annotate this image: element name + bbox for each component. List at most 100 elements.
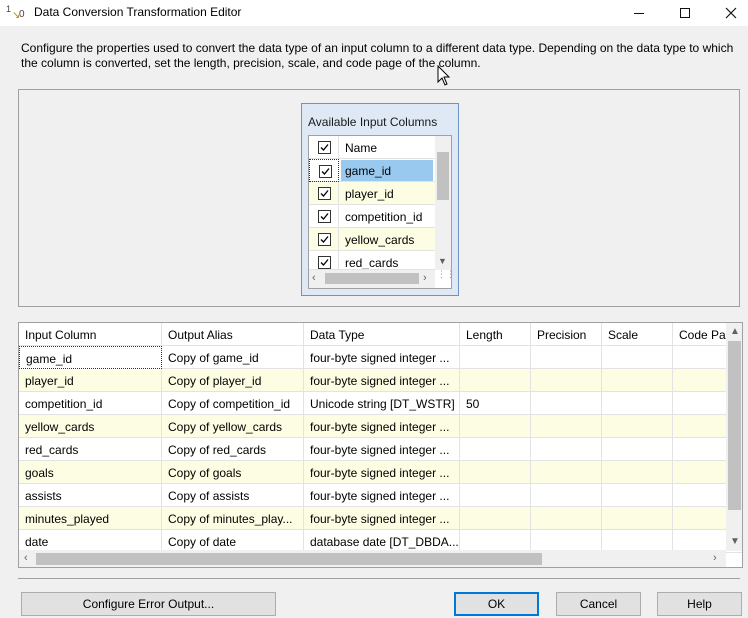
cell-precision[interactable] (531, 461, 602, 484)
header-scale[interactable]: Scale (602, 323, 673, 346)
table-row[interactable]: game_id Copy of game_id four-byte signed… (19, 346, 742, 369)
table-row[interactable]: minutes_played Copy of minutes_play... f… (19, 507, 742, 530)
table-row[interactable]: goals Copy of goals four-byte signed int… (19, 461, 742, 484)
column-checkbox[interactable] (318, 256, 331, 269)
cell-output-alias[interactable]: Copy of competition_id (162, 392, 304, 415)
cell-output-alias[interactable]: Copy of game_id (162, 346, 304, 369)
column-item[interactable]: game_id (309, 159, 435, 182)
cell-input-column[interactable]: goals (19, 461, 162, 484)
chevron-down-icon[interactable]: ▼ (438, 256, 447, 266)
column-checkbox[interactable] (318, 210, 331, 223)
table-row[interactable]: red_cards Copy of red_cards four-byte si… (19, 438, 742, 461)
cell-input-column[interactable]: player_id (19, 369, 162, 392)
column-item[interactable]: player_id (309, 182, 435, 205)
cell-output-alias[interactable]: Copy of minutes_play... (162, 507, 304, 530)
header-length[interactable]: Length (460, 323, 531, 346)
table-row[interactable]: player_id Copy of player_id four-byte si… (19, 369, 742, 392)
header-output-alias[interactable]: Output Alias (162, 323, 304, 346)
cell-length[interactable] (460, 346, 531, 369)
cell-precision[interactable] (531, 415, 602, 438)
column-check-cell[interactable] (309, 228, 339, 251)
cell-output-alias[interactable]: Copy of goals (162, 461, 304, 484)
chevron-up-icon[interactable]: ▲ (730, 326, 740, 337)
select-all-checkbox[interactable] (318, 141, 331, 154)
cell-scale[interactable] (602, 461, 673, 484)
cell-scale[interactable] (602, 369, 673, 392)
chevron-right-icon[interactable]: › (423, 272, 427, 284)
cell-precision[interactable] (531, 438, 602, 461)
cell-length[interactable] (460, 507, 531, 530)
cell-precision[interactable] (531, 392, 602, 415)
scroll-thumb[interactable] (437, 152, 449, 200)
cell-scale[interactable] (602, 346, 673, 369)
cell-data-type[interactable]: four-byte signed integer ... (304, 415, 460, 438)
column-item[interactable]: red_cards (309, 251, 435, 270)
cell-length[interactable] (460, 369, 531, 392)
cell-length[interactable] (460, 438, 531, 461)
cell-data-type[interactable]: four-byte signed integer ... (304, 484, 460, 507)
column-check-cell[interactable] (309, 159, 339, 182)
help-button[interactable]: Help (657, 592, 742, 616)
columns-horizontal-scrollbar[interactable]: ‹ › (309, 270, 435, 288)
cell-data-type[interactable]: four-byte signed integer ... (304, 438, 460, 461)
cell-input-column[interactable]: yellow_cards (19, 415, 162, 438)
cell-scale[interactable] (602, 484, 673, 507)
header-precision[interactable]: Precision (531, 323, 602, 346)
cell-data-type[interactable]: four-byte signed integer ... (304, 507, 460, 530)
header-data-type[interactable]: Data Type (304, 323, 460, 346)
chevron-down-icon[interactable]: ▼ (730, 536, 740, 547)
column-check-cell[interactable] (309, 205, 339, 228)
cell-input-column[interactable]: game_id (19, 346, 162, 369)
cell-output-alias[interactable]: Copy of player_id (162, 369, 304, 392)
cell-input-column[interactable]: red_cards (19, 438, 162, 461)
cell-length[interactable] (460, 484, 531, 507)
cell-scale[interactable] (602, 392, 673, 415)
scroll-thumb[interactable] (728, 341, 741, 510)
cell-precision[interactable] (531, 346, 602, 369)
column-item[interactable]: competition_id (309, 205, 435, 228)
grid-horizontal-scrollbar[interactable]: ‹ › (19, 550, 726, 567)
cell-scale[interactable] (602, 438, 673, 461)
cell-precision[interactable] (531, 484, 602, 507)
cell-output-alias[interactable]: Copy of red_cards (162, 438, 304, 461)
cell-length[interactable]: 50 (460, 392, 531, 415)
cell-output-alias[interactable]: Copy of yellow_cards (162, 415, 304, 438)
header-input-column[interactable]: Input Column (19, 323, 162, 346)
cell-scale[interactable] (602, 415, 673, 438)
column-check-cell[interactable] (309, 251, 339, 269)
cell-precision[interactable] (531, 369, 602, 392)
grid-vertical-scrollbar[interactable]: ▲ ▼ (726, 323, 742, 551)
chevron-left-icon[interactable]: ‹ (24, 552, 28, 564)
scroll-thumb[interactable] (36, 553, 542, 565)
cell-output-alias[interactable]: Copy of assists (162, 484, 304, 507)
maximize-button[interactable] (662, 0, 708, 26)
table-row[interactable]: assists Copy of assists four-byte signed… (19, 484, 742, 507)
cell-data-type[interactable]: four-byte signed integer ... (304, 346, 460, 369)
cell-scale[interactable] (602, 507, 673, 530)
cell-data-type[interactable]: four-byte signed integer ... (304, 461, 460, 484)
scroll-thumb[interactable] (325, 273, 419, 284)
column-checkbox[interactable] (318, 187, 331, 200)
resize-grip-icon[interactable]: ⋮⋮ (437, 270, 451, 284)
cell-precision[interactable] (531, 507, 602, 530)
cancel-button[interactable]: Cancel (556, 592, 641, 616)
column-checkbox[interactable] (318, 233, 331, 246)
cell-input-column[interactable]: assists (19, 484, 162, 507)
select-all-cell[interactable] (309, 136, 339, 159)
column-checkbox[interactable] (319, 165, 332, 178)
cell-length[interactable] (460, 415, 531, 438)
cell-input-column[interactable]: minutes_played (19, 507, 162, 530)
table-row[interactable]: competition_id Copy of competition_id Un… (19, 392, 742, 415)
ok-button[interactable]: OK (454, 592, 539, 616)
table-row[interactable]: yellow_cards Copy of yellow_cards four-b… (19, 415, 742, 438)
cell-input-column[interactable]: competition_id (19, 392, 162, 415)
columns-vertical-scrollbar[interactable]: ▼ (435, 136, 451, 270)
cell-data-type[interactable]: four-byte signed integer ... (304, 369, 460, 392)
cell-length[interactable] (460, 461, 531, 484)
chevron-right-icon[interactable]: › (713, 552, 717, 564)
chevron-left-icon[interactable]: ‹ (312, 272, 316, 284)
column-check-cell[interactable] (309, 182, 339, 205)
column-item[interactable]: yellow_cards (309, 228, 435, 251)
close-button[interactable] (708, 0, 748, 26)
configure-error-output-button[interactable]: Configure Error Output... (21, 592, 276, 616)
